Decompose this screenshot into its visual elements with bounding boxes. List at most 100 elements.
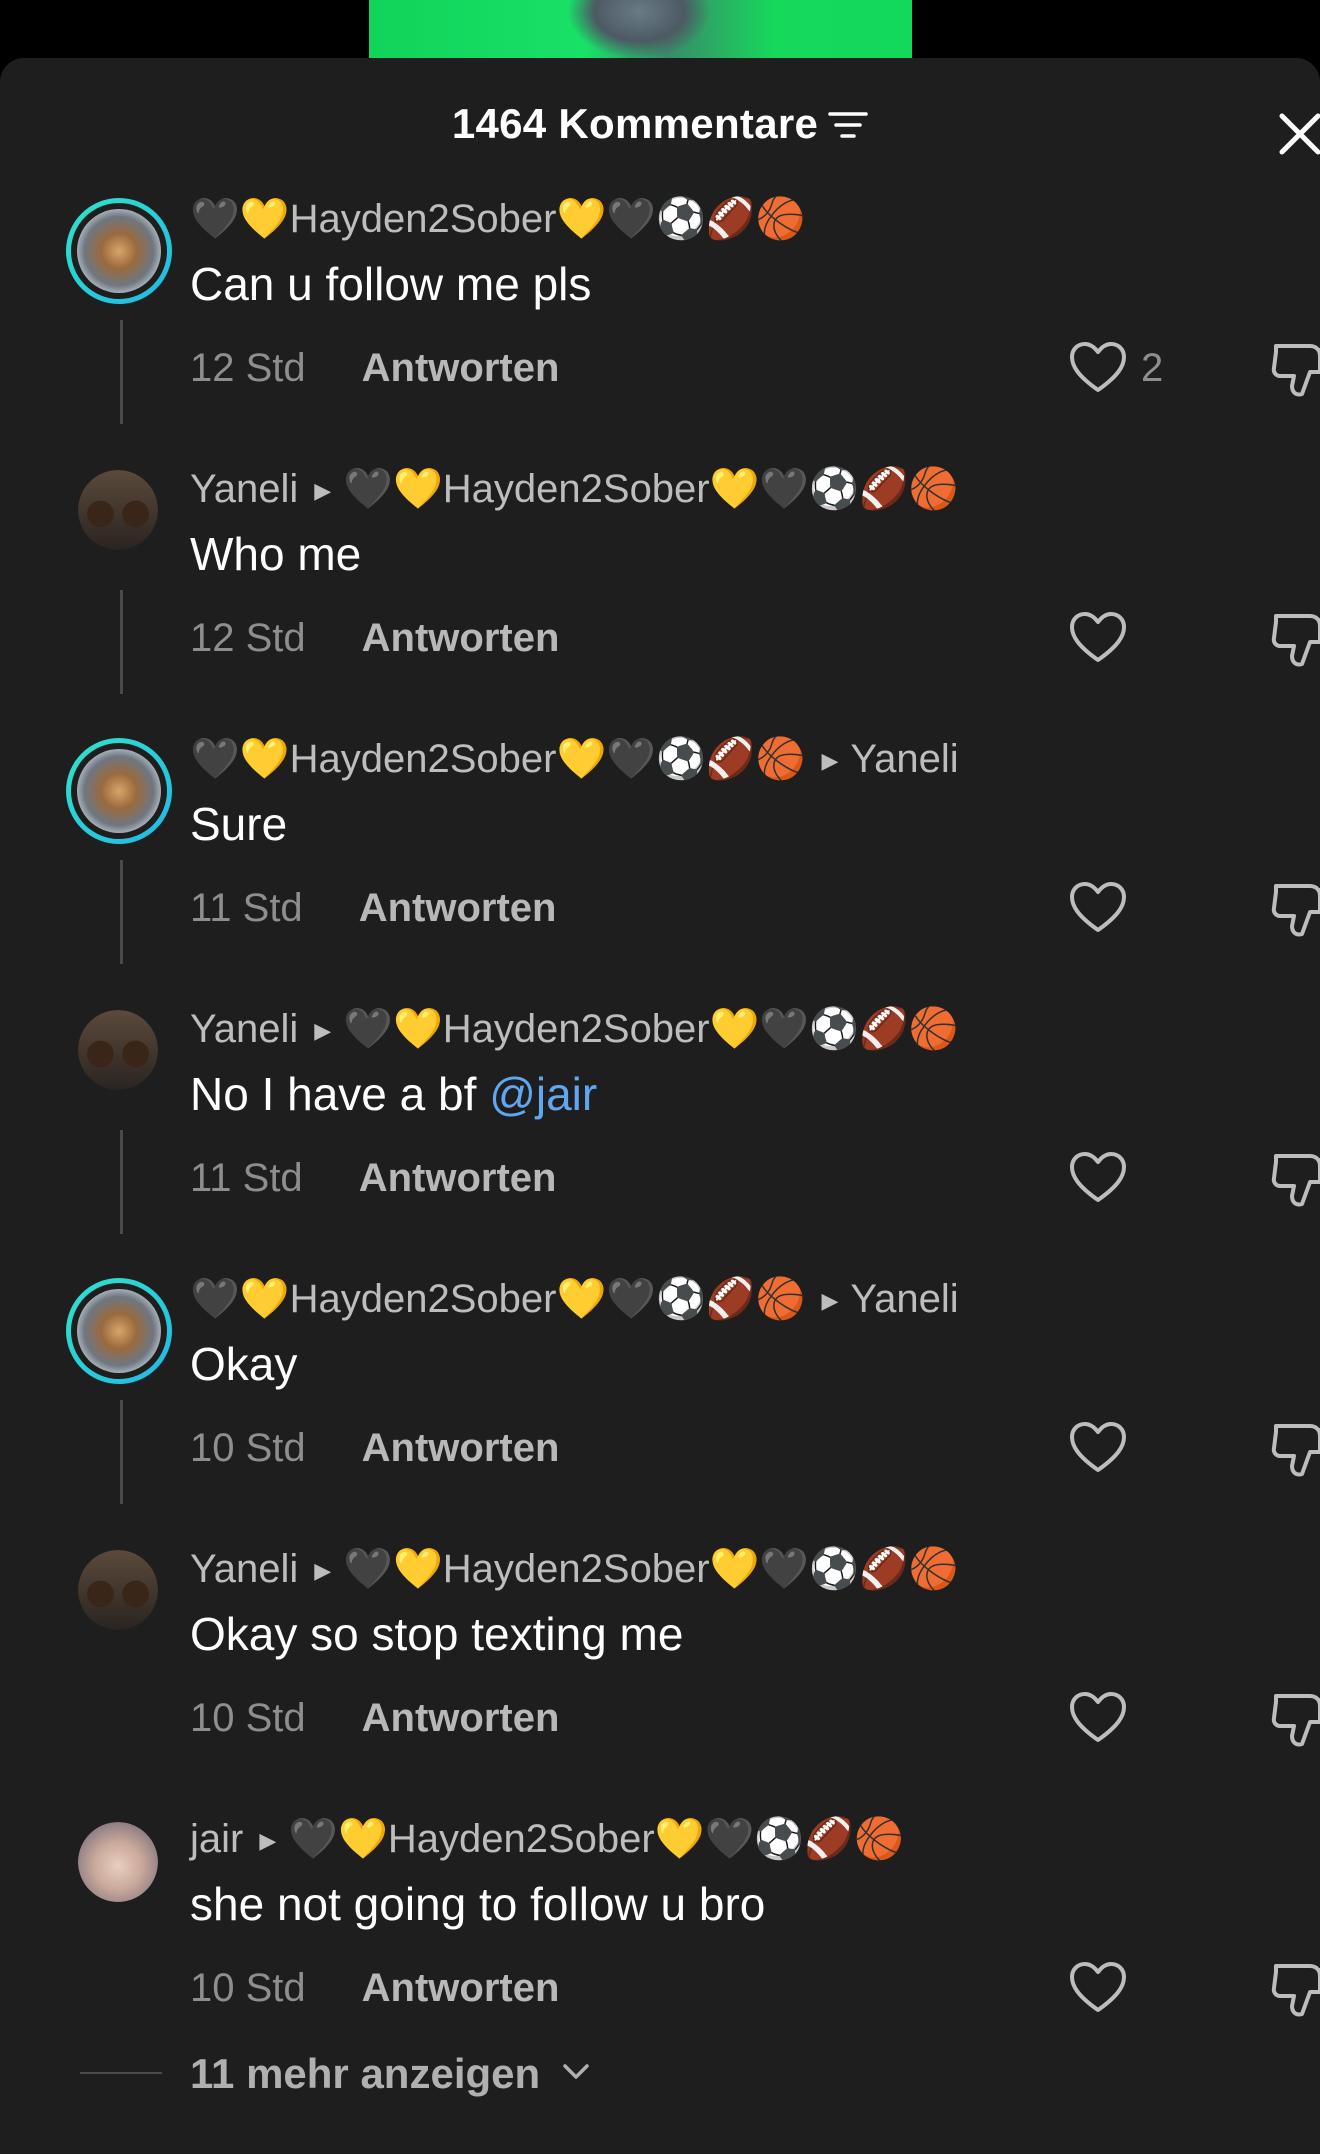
dislike-icon[interactable] [1270,1688,1320,1750]
like-count: 2 [1141,346,1164,390]
reply-to-user[interactable]: 🖤💛Hayden2Sober💛🖤⚽🏈🏀 [343,1007,959,1051]
comment-time: 12 Std [190,346,306,390]
heart-icon[interactable] [1068,340,1128,396]
reply-button[interactable]: Antworten [362,346,560,390]
comment-actions: 10 Std Antworten [190,1960,559,2016]
close-icon[interactable] [1270,104,1320,164]
heart-icon[interactable] [1068,880,1128,936]
dislike-icon[interactable] [1270,878,1320,940]
comment-time: 10 Std [190,1966,306,2010]
reply-button[interactable]: Antworten [362,1966,560,2010]
mention-link[interactable]: @jair [489,1068,597,1120]
thread-line [120,1130,123,1234]
comment-text: she not going to follow u bro [190,1876,765,1932]
comment-body: No I have a bf [190,1068,490,1120]
avatar[interactable] [78,470,158,550]
reply-button[interactable]: Antworten [359,1156,557,1200]
comment-body: Sure [190,798,288,850]
comment-author[interactable]: Yaneli [190,1007,298,1051]
comment-author[interactable]: Yaneli [190,467,298,511]
comment-item: 🖤💛Hayden2Sober💛🖤⚽🏈🏀 Can u follow me pls … [0,194,1320,464]
sort-filter-icon[interactable] [828,110,868,140]
thread-line [120,860,123,964]
comment-meta: jair ▶ 🖤💛Hayden2Sober💛🖤⚽🏈🏀 [190,1814,904,1866]
comment-actions: 12 Std Antworten [190,340,559,396]
reply-arrow-icon: ▶ [821,748,839,773]
comment-actions: 10 Std Antworten [190,1690,559,1746]
video-thumbnail[interactable] [369,0,912,58]
comment-item: 🖤💛Hayden2Sober💛🖤⚽🏈🏀 ▶ Yaneli Sure 11 Std An… [0,734,1320,1004]
comment-text: Okay [190,1336,297,1392]
comment-body: Okay so stop texting me [190,1608,684,1660]
comment-time: 10 Std [190,1426,306,1470]
chevron-down-icon[interactable] [562,2062,590,2082]
reply-to-user[interactable]: 🖤💛Hayden2Sober💛🖤⚽🏈🏀 [343,467,959,511]
comment-item: Yaneli ▶ 🖤💛Hayden2Sober💛🖤⚽🏈🏀 Who me 12 Std… [0,464,1320,734]
avatar[interactable] [66,1278,172,1384]
comment-body: Can u follow me pls [190,258,592,310]
comment-text: Who me [190,526,361,582]
avatar[interactable] [78,1550,158,1630]
heart-icon[interactable] [1068,1690,1128,1746]
dislike-icon[interactable] [1270,338,1320,400]
avatar[interactable] [66,738,172,844]
comment-author[interactable]: jair [190,1817,243,1861]
comment-meta: 🖤💛Hayden2Sober💛🖤⚽🏈🏀 ▶ Yaneli [190,734,959,786]
comment-actions: 11 Std Antworten [190,1150,556,1206]
comment-time: 10 Std [190,1696,306,1740]
comment-meta: 🖤💛Hayden2Sober💛🖤⚽🏈🏀 [190,194,806,244]
comment-meta: 🖤💛Hayden2Sober💛🖤⚽🏈🏀 ▶ Yaneli [190,1274,959,1326]
show-more-replies[interactable]: 11 mehr anzeigen [0,2044,1320,2104]
comment-item: Yaneli ▶ 🖤💛Hayden2Sober💛🖤⚽🏈🏀 Okay so stop … [0,1544,1320,1814]
comment-text: Can u follow me pls [190,256,591,312]
reply-to-user[interactable]: Yaneli [850,1277,958,1321]
reply-arrow-icon: ▶ [314,1018,332,1043]
avatar[interactable] [66,198,172,304]
comment-item: Yaneli ▶ 🖤💛Hayden2Sober💛🖤⚽🏈🏀 No I have a b… [0,1004,1320,1274]
reply-arrow-icon: ▶ [314,478,332,503]
show-more-label[interactable]: 11 mehr anzeigen [190,2044,540,2104]
reply-button[interactable]: Antworten [362,616,560,660]
avatar[interactable] [78,1010,158,1090]
comment-text: No I have a bf @jair [190,1066,597,1122]
video-preview-strip[interactable] [0,0,1320,58]
comment-body: she not going to follow u bro [190,1878,766,1930]
heart-icon[interactable] [1068,1150,1128,1206]
comment-author[interactable]: 🖤💛Hayden2Sober💛🖤⚽🏈🏀 [190,737,806,781]
comment-author[interactable]: 🖤💛Hayden2Sober💛🖤⚽🏈🏀 [190,197,806,241]
reply-arrow-icon: ▶ [821,1288,839,1313]
comment-author[interactable]: 🖤💛Hayden2Sober💛🖤⚽🏈🏀 [190,1277,806,1321]
reply-to-user[interactable]: Yaneli [850,737,958,781]
comment-meta: Yaneli ▶ 🖤💛Hayden2Sober💛🖤⚽🏈🏀 [190,1004,959,1056]
comment-time: 11 Std [190,886,303,930]
avatar[interactable] [78,1822,158,1902]
comment-item: 🖤💛Hayden2Sober💛🖤⚽🏈🏀 ▶ Yaneli Okay 10 Std An… [0,1274,1320,1544]
reply-button[interactable]: Antworten [362,1696,560,1740]
comment-text: Okay so stop texting me [190,1606,683,1662]
comment-time: 11 Std [190,1156,303,1200]
comment-body: Okay [190,1338,298,1390]
heart-icon[interactable] [1068,1420,1128,1476]
comment-meta: Yaneli ▶ 🖤💛Hayden2Sober💛🖤⚽🏈🏀 [190,464,959,516]
heart-icon[interactable] [1068,1960,1128,2016]
comment-body: Who me [190,528,362,580]
heart-icon[interactable] [1068,610,1128,666]
comment-meta: Yaneli ▶ 🖤💛Hayden2Sober💛🖤⚽🏈🏀 [190,1544,959,1596]
dislike-icon[interactable] [1270,1958,1320,2020]
dislike-icon[interactable] [1270,1148,1320,1210]
comment-actions: 11 Std Antworten [190,880,556,936]
comment-author[interactable]: Yaneli [190,1547,298,1591]
comment-actions: 12 Std Antworten [190,610,559,666]
reply-to-user[interactable]: 🖤💛Hayden2Sober💛🖤⚽🏈🏀 [288,1817,904,1861]
comments-count-title: 1464 Kommentare [0,100,1320,148]
dislike-icon[interactable] [1270,608,1320,670]
reply-arrow-icon: ▶ [314,1558,332,1583]
reply-button[interactable]: Antworten [359,886,557,930]
reply-arrow-icon: ▶ [259,1828,277,1853]
comments-header: 1464 Kommentare [0,58,1320,198]
thread-line [120,590,123,694]
reply-to-user[interactable]: 🖤💛Hayden2Sober💛🖤⚽🏈🏀 [343,1547,959,1591]
reply-button[interactable]: Antworten [362,1426,560,1470]
dislike-icon[interactable] [1270,1418,1320,1480]
comments-sheet: 1464 Kommentare 🖤💛Hayden2Sober💛🖤⚽🏈🏀 Can … [0,58,1320,2154]
